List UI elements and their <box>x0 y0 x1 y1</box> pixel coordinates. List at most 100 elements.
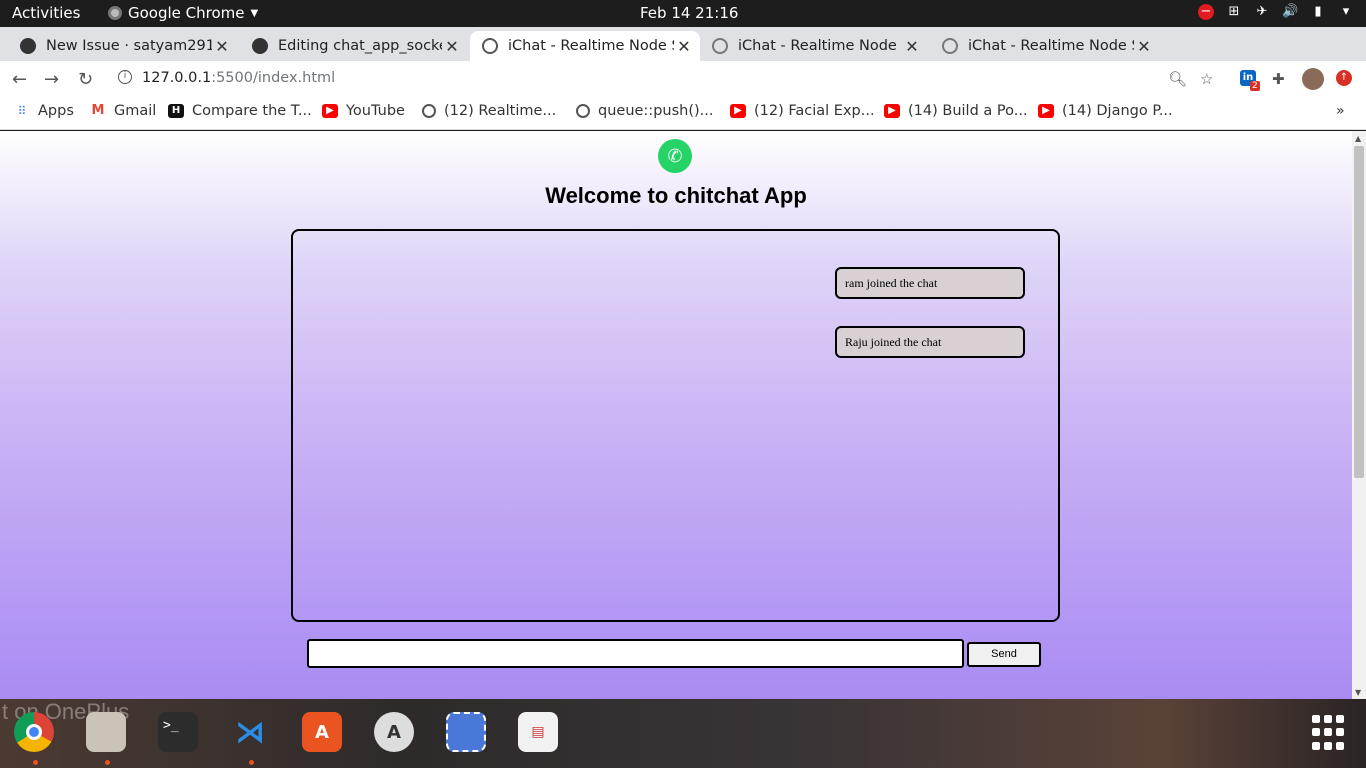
running-indicator <box>33 760 38 765</box>
back-icon[interactable]: ← <box>12 69 27 90</box>
bookmark-queue-push[interactable]: queue::push()... <box>576 103 713 119</box>
tab-ichat-3[interactable]: iChat - Realtime Node So ✕ <box>930 31 1160 61</box>
info-icon[interactable]: i <box>118 70 132 84</box>
bookmark-label: YouTube <box>346 103 405 119</box>
avatar[interactable] <box>1302 68 1324 90</box>
url-text: 127.0.0.1:5500/index.html <box>142 70 335 86</box>
youtube-icon: ▶ <box>730 104 746 118</box>
bookmark-label: (12) Realtime... <box>444 103 557 119</box>
tab-title: New Issue · satyam2912/ <box>46 38 212 54</box>
vscode-icon[interactable]: ⋊ <box>230 712 270 752</box>
bookmark-youtube[interactable]: ▶ YouTube <box>322 103 405 119</box>
reload-icon[interactable]: ↻ <box>78 69 93 90</box>
do-not-disturb-icon[interactable]: − <box>1198 4 1214 20</box>
network-icon[interactable]: ⊞ <box>1226 4 1242 20</box>
scroll-down-icon[interactable]: ▼ <box>1355 688 1361 697</box>
youtube-icon: ▶ <box>322 104 338 118</box>
terminal-icon[interactable]: >_ <box>158 712 198 752</box>
extensions-puzzle-icon[interactable]: ✚ <box>1272 70 1285 88</box>
bookmark-build-a-po[interactable]: ▶ (14) Build a Po... <box>884 103 1028 119</box>
bookmarks-bar: ⠿ Apps M Gmail H Compare the T... ▶ YouTube … <box>0 97 1366 130</box>
message-bubble: Raju joined the chat <box>835 326 1025 358</box>
volume-icon[interactable]: 🔊 <box>1282 4 1298 20</box>
files-icon[interactable] <box>86 712 126 752</box>
send-button[interactable]: Send <box>967 642 1041 667</box>
app-install-icon[interactable]: A <box>374 712 414 752</box>
bookmark-facial-exp[interactable]: ▶ (12) Facial Exp... <box>730 103 875 119</box>
software-center-icon[interactable]: A <box>302 712 342 752</box>
tab-title: iChat - Realtime Node So <box>508 38 674 54</box>
bookmark-label: (14) Build a Po... <box>908 103 1028 119</box>
address-bar[interactable]: i 127.0.0.1:5500/index.html <box>112 65 1162 93</box>
dock: t on OnePlus >_ ⋊ A A ▤ <box>0 699 1366 768</box>
close-tab-icon[interactable]: ✕ <box>674 37 694 56</box>
page-viewport: ✆ Welcome to chitchat App ram joined the… <box>0 131 1352 699</box>
bookmark-gmail[interactable]: M Gmail <box>90 103 157 119</box>
globe-icon <box>942 38 958 54</box>
globe-icon <box>712 38 728 54</box>
bookmark-apps[interactable]: ⠿ Apps <box>14 103 74 119</box>
bookmarks-overflow-icon[interactable]: » <box>1336 103 1345 119</box>
forward-icon[interactable]: → <box>44 69 59 90</box>
document-viewer-icon[interactable]: ▤ <box>518 712 558 752</box>
bookmark-realtime[interactable]: (12) Realtime... <box>422 103 556 119</box>
tab-new-issue[interactable]: New Issue · satyam2912/ ✕ <box>8 31 238 61</box>
globe-icon <box>576 104 590 118</box>
clock[interactable]: Feb 14 21:16 <box>640 4 738 22</box>
screenshot-icon[interactable] <box>446 712 486 752</box>
battery-icon[interactable]: ▮ <box>1310 4 1326 20</box>
url-path: :5500/index.html <box>211 70 336 86</box>
close-tab-icon[interactable]: ✕ <box>1134 37 1154 56</box>
bookmark-label: Compare the T... <box>192 103 312 119</box>
url-host: 127.0.0.1 <box>142 70 212 86</box>
bookmark-star-icon[interactable]: ☆ <box>1200 70 1213 88</box>
close-tab-icon[interactable]: ✕ <box>902 37 922 56</box>
airplane-icon[interactable]: ✈ <box>1254 4 1270 20</box>
bookmark-label: Apps <box>38 103 74 119</box>
running-indicator <box>105 760 110 765</box>
show-applications-icon[interactable] <box>1312 715 1348 751</box>
update-icon[interactable]: ↑ <box>1336 70 1352 86</box>
tab-title: iChat - Realtime Node So <box>968 38 1134 54</box>
youtube-icon: ▶ <box>1038 104 1054 118</box>
extension-badge: 2 <box>1250 81 1260 91</box>
caret-down-icon: ▼ <box>250 7 259 19</box>
message-input[interactable] <box>307 639 964 668</box>
scroll-up-icon[interactable]: ▲ <box>1355 134 1361 143</box>
activities-button[interactable]: Activities <box>12 4 80 22</box>
app-menu-label: Google Chrome <box>128 4 245 22</box>
message-bubble: ram joined the chat <box>835 267 1025 299</box>
system-top-bar: Activities Google Chrome ▼ Feb 14 21:16 … <box>0 0 1366 27</box>
bookmark-label: queue::push()... <box>598 103 714 119</box>
running-indicator <box>249 760 254 765</box>
whatsapp-logo-icon: ✆ <box>658 139 692 173</box>
chrome-icon[interactable] <box>14 712 54 752</box>
youtube-icon: ▶ <box>884 104 900 118</box>
page-title: Welcome to chitchat App <box>545 183 807 208</box>
apps-grid-icon: ⠿ <box>17 104 27 118</box>
tab-title: Editing chat_app_socket <box>278 38 442 54</box>
bookmark-label: Gmail <box>114 103 157 119</box>
bookmark-label: (14) Django P... <box>1062 103 1173 119</box>
gmail-icon: M <box>91 103 105 118</box>
zoom-icon[interactable]: 🔍︎ <box>1168 70 1187 88</box>
hackerrank-icon: H <box>168 104 184 118</box>
bookmark-label: (12) Facial Exp... <box>754 103 875 119</box>
close-tab-icon[interactable]: ✕ <box>212 37 232 56</box>
app-menu[interactable]: Google Chrome ▼ <box>108 4 258 22</box>
tab-ichat-active[interactable]: iChat - Realtime Node So ✕ <box>470 31 700 61</box>
globe-icon <box>422 104 436 118</box>
system-tray[interactable]: − ⊞ ✈ 🔊 ▮ ▾ <box>1198 4 1354 20</box>
bookmark-compare[interactable]: H Compare the T... <box>168 103 312 119</box>
tab-editing-chat-app[interactable]: Editing chat_app_socket ✕ <box>240 31 468 61</box>
chrome-icon <box>108 6 122 20</box>
power-menu-icon[interactable]: ▾ <box>1338 4 1354 20</box>
scrollbar-thumb[interactable] <box>1354 146 1364 478</box>
github-icon <box>252 38 268 54</box>
toolbar: ← → ↻ i 127.0.0.1:5500/index.html 🔍︎ ☆ i… <box>0 61 1366 97</box>
github-icon <box>20 38 36 54</box>
tab-ichat-2[interactable]: iChat - Realtime Node So ✕ <box>700 31 928 61</box>
close-tab-icon[interactable]: ✕ <box>442 37 462 56</box>
bookmark-django[interactable]: ▶ (14) Django P... <box>1038 103 1173 119</box>
tab-strip: New Issue · satyam2912/ ✕ Editing chat_a… <box>0 27 1366 82</box>
